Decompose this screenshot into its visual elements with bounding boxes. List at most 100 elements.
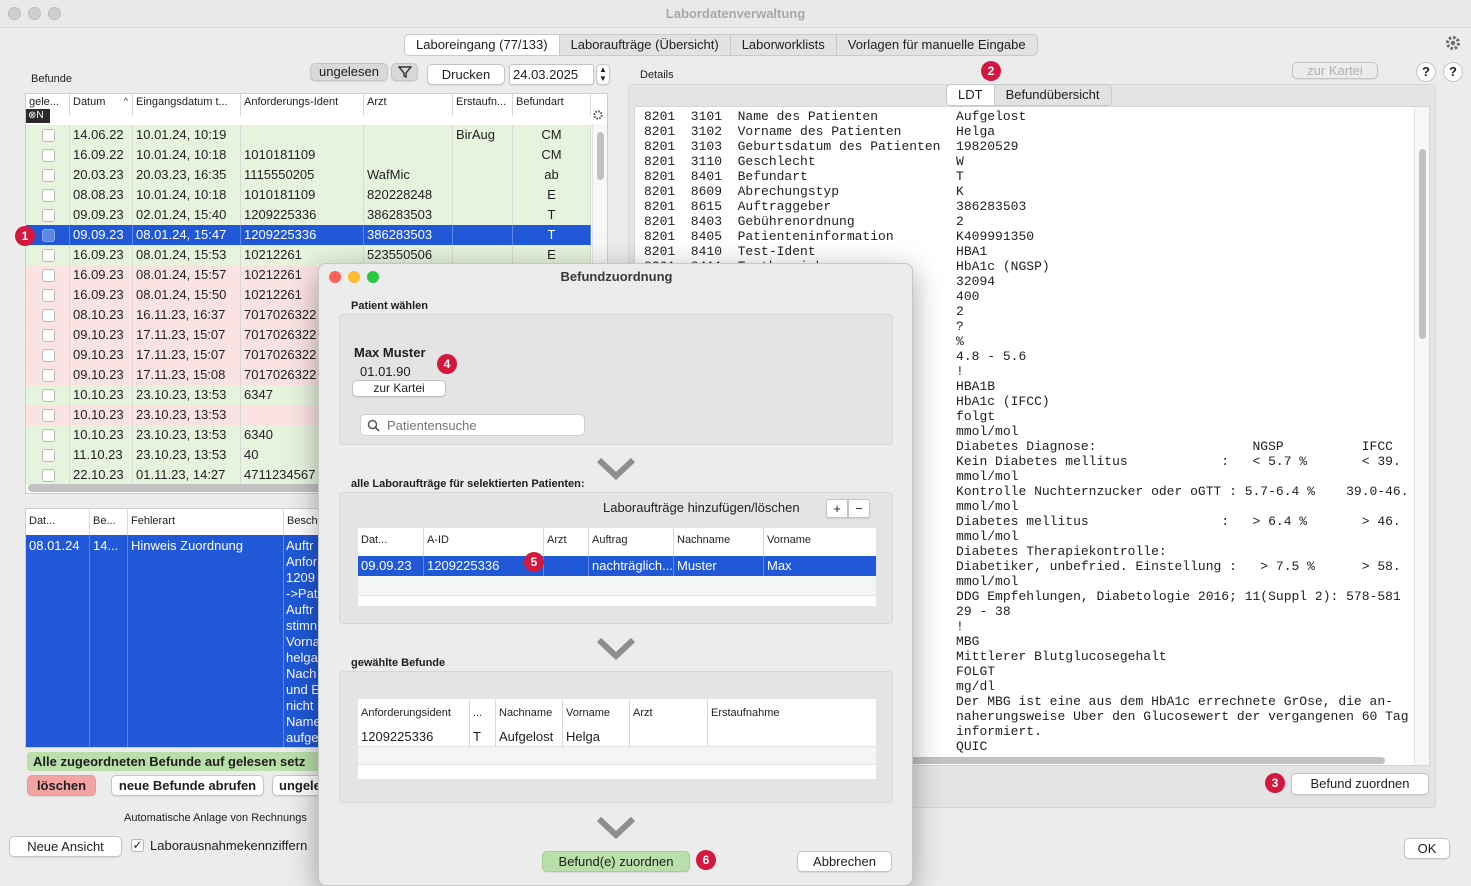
error-row-selected[interactable]: 08.01.24 14... Hinweis Zuordnung Auftr An…	[26, 535, 322, 747]
gelesen-checkbox[interactable]	[42, 189, 55, 202]
col-anforderungs-ident[interactable]: Anforderungs-Ident	[241, 94, 364, 116]
gelesen-checkbox[interactable]	[42, 469, 55, 482]
befund-row[interactable]: 20.03.23 20.03.23, 16:35 1115550205 WafMic a…	[26, 165, 591, 185]
neue-ansicht-button[interactable]: Neue Ansicht	[9, 836, 122, 857]
chosen-row[interactable]: 1209225336 T Aufgelost Helga	[358, 727, 876, 747]
tab-befunduebersicht[interactable]: Befundübersicht	[995, 85, 1111, 105]
befund-row[interactable]: 14.06.22 10.01.24, 10:19 BirAug CM	[26, 125, 591, 145]
tab-laboreingang[interactable]: Laboreingang (77/133)	[405, 35, 560, 55]
orders-table: Dat... A-ID Arzt Auftrag Nachname Vornam…	[358, 528, 876, 606]
print-button[interactable]: Drucken	[427, 64, 505, 85]
step-badge-4: 4	[437, 354, 457, 374]
ungelesen-filter-button[interactable]: ungelesen	[310, 63, 388, 81]
cell-art: E	[513, 245, 591, 265]
tab-ldt[interactable]: LDT	[947, 85, 995, 105]
date-stepper[interactable]: ▲ ▼	[596, 64, 610, 85]
cancel-button[interactable]: Abbrechen	[797, 851, 892, 872]
col-chosen-art[interactable]: ...	[470, 699, 496, 727]
error-fehlerart: Hinweis Zuordnung	[131, 538, 244, 553]
details-zur-kartei-button[interactable]: zur Kartei	[1292, 62, 1378, 79]
col-chosen-ident[interactable]: Anforderungsident	[358, 699, 470, 727]
tab-vorlagen[interactable]: Vorlagen für manuelle Eingabe	[837, 35, 1037, 55]
befund-row[interactable]: 16.09.23 08.01.24, 15:53 10212261 523550506…	[26, 245, 591, 265]
help-icon-2[interactable]: ?	[1443, 62, 1463, 82]
gear-icon[interactable]	[1444, 34, 1462, 52]
col-order-vorname[interactable]: Vorname	[764, 528, 876, 556]
patient-search-field[interactable]	[360, 414, 585, 436]
tab-laborauftraege[interactable]: Laboraufträge (Übersicht)	[560, 35, 731, 55]
cell-art: E	[513, 185, 591, 205]
befund-row[interactable]: 16.09.22 10.01.24, 10:18 1010181109 CM	[26, 145, 591, 165]
cell-gelesen	[26, 145, 70, 165]
befunde-label: Befunde	[31, 73, 72, 85]
cell-art: ab	[513, 165, 591, 185]
filter-button[interactable]	[391, 63, 418, 81]
col-order-auftrag[interactable]: Auftrag	[589, 528, 674, 556]
remove-order-button[interactable]: −	[848, 499, 870, 518]
error-beschreibung-line: ->Pat	[286, 586, 318, 601]
gelesen-checkbox[interactable]	[42, 269, 55, 282]
cell-datum: 08.08.23	[70, 185, 133, 205]
col-err-be[interactable]: Be...	[90, 509, 128, 535]
ldt-line: 8201 8609 Abrechungstyp K	[644, 184, 964, 199]
gelesen-checkbox[interactable]	[42, 309, 55, 322]
col-chosen-vorname[interactable]: Vorname	[563, 699, 630, 727]
gelesen-checkbox[interactable]	[42, 129, 55, 142]
cell-eingang: 23.10.23, 13:53	[133, 445, 241, 465]
gelesen-checkbox[interactable]	[42, 429, 55, 442]
fetch-new-button[interactable]: neue Befunde abrufen	[111, 775, 264, 796]
col-befundart[interactable]: Befundart	[513, 94, 591, 116]
gelesen-checkbox[interactable]	[42, 409, 55, 422]
gelesen-checkbox[interactable]	[42, 449, 55, 462]
chosen-art: T	[470, 727, 496, 747]
date-field[interactable]: 24.03.2025	[509, 64, 594, 85]
order-auftrag: nachträglich...	[589, 556, 674, 576]
gelesen-checkbox[interactable]	[42, 229, 55, 242]
col-order-aid[interactable]: A-ID	[424, 528, 544, 556]
col-order-datum[interactable]: Dat...	[358, 528, 424, 556]
col-chosen-nachname[interactable]: Nachname	[496, 699, 563, 727]
help-icon[interactable]: ?	[1416, 62, 1436, 82]
ldt-scrollbar[interactable]	[1414, 107, 1429, 765]
gelesen-checkbox[interactable]	[42, 249, 55, 262]
col-order-arzt[interactable]: Arzt	[544, 528, 589, 556]
befund-row[interactable]: 09.09.23 08.01.24, 15:47 1209225336 3862835…	[26, 225, 591, 245]
col-datum[interactable]: Datum ^	[70, 94, 133, 116]
gelesen-checkbox[interactable]	[42, 349, 55, 362]
col-chosen-erstaufnahme[interactable]: Erstaufnahme	[708, 699, 876, 727]
col-err-datum[interactable]: Dat...	[26, 509, 90, 535]
col-eingangsdatum[interactable]: Eingangsdatum t...	[133, 94, 241, 116]
mark-read-button[interactable]: Alle zugeordneten Befunde auf gelesen se…	[27, 752, 325, 771]
col-arzt[interactable]: Arzt	[364, 94, 453, 116]
col-err-fehlerart[interactable]: Fehlerart	[128, 509, 284, 535]
chosen-erstaufnahme	[708, 727, 876, 747]
error-beschreibung-line: Vorna	[286, 634, 320, 649]
filter-n-toggle[interactable]: ⊗N	[26, 109, 50, 123]
col-erstaufnahme[interactable]: Erstaufn...	[453, 94, 513, 116]
add-order-button[interactable]: +	[826, 499, 848, 518]
patient-search-input[interactable]	[387, 417, 577, 433]
tab-laborworklists[interactable]: Laborworklists	[731, 35, 837, 55]
gelesen-checkbox[interactable]	[42, 369, 55, 382]
laborausnahme-checkbox[interactable]: ✓	[131, 839, 144, 852]
gelesen-checkbox[interactable]	[42, 209, 55, 222]
befund-row[interactable]: 09.09.23 02.01.24, 15:40 1209225336 3862835…	[26, 205, 591, 225]
gelesen-checkbox[interactable]	[42, 329, 55, 342]
col-chosen-arzt[interactable]: Arzt	[630, 699, 708, 727]
cell-erst	[453, 245, 513, 265]
gelesen-checkbox[interactable]	[42, 169, 55, 182]
befund-zuordnen-button[interactable]: Befund zuordnen	[1291, 773, 1429, 795]
gelesen-checkbox[interactable]	[42, 289, 55, 302]
order-row-selected[interactable]: 09.09.23 1209225336 nachträglich... Must…	[358, 556, 876, 576]
befunde-zuordnen-button[interactable]: Befund(e) zuordnen	[542, 851, 690, 872]
col-order-nachname[interactable]: Nachname	[674, 528, 764, 556]
patient-zur-kartei-button[interactable]: zur Kartei	[352, 380, 446, 397]
gelesen-checkbox[interactable]	[42, 149, 55, 162]
delete-button[interactable]: löschen	[27, 775, 96, 796]
error-beschreibung-line: Anfor	[286, 554, 318, 569]
error-be: 14...	[93, 538, 119, 553]
befund-row[interactable]: 08.08.23 10.01.24, 10:18 1010181109 8202282…	[26, 185, 591, 205]
column-settings-icon[interactable]	[592, 109, 604, 121]
gelesen-checkbox[interactable]	[42, 389, 55, 402]
ok-button[interactable]: OK	[1404, 838, 1450, 859]
